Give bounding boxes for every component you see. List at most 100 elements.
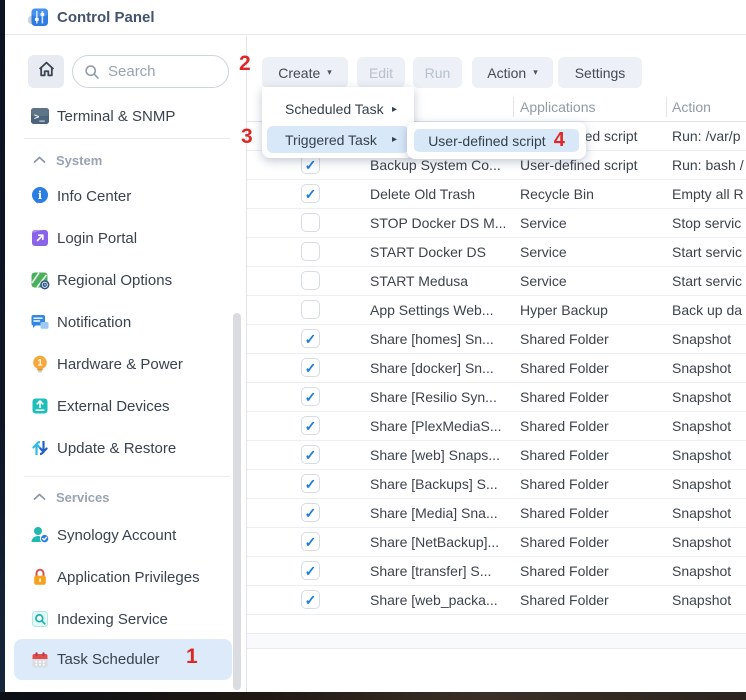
table-row[interactable]: START Docker DS Service Start servic [247,238,746,267]
table-row[interactable]: ✓ Share [transfer] S... Shared Folder Sn… [247,557,746,586]
table-row[interactable]: ✓ Share [web] Snaps... Shared Folder Sna… [247,441,746,470]
sidebar-item-info-center[interactable]: i Info Center [5,175,247,217]
column-header-applications[interactable]: Applications [520,92,596,122]
indexing-service-icon [30,609,50,629]
menu-item-user-defined-script[interactable]: User-defined script4 [414,129,579,152]
sidebar-item-application-privileges[interactable]: Application Privileges [5,556,247,598]
task-action-cell: Snapshot [672,499,731,528]
table-row[interactable]: ✓ Share [web_packa... Shared Folder Snap… [247,586,746,615]
submenu-arrow-icon: ▸ [392,134,397,145]
create-button[interactable]: Create▾ [262,57,348,88]
sidebar-item-label: Regional Options [57,272,172,289]
submenu-arrow-icon: ▸ [392,104,397,115]
task-name-cell: STOP Docker DS M... [370,209,513,238]
task-enabled-checkbox[interactable]: ✓ [301,445,320,464]
sidebar-item-synology-account[interactable]: Synology Account [5,514,247,556]
action-button[interactable]: Action▾ [472,57,553,88]
task-enabled-checkbox[interactable] [301,300,320,319]
terminal-snmp-icon: >_ [30,106,50,126]
task-enabled-checkbox[interactable] [301,271,320,290]
task-application-cell: Service [520,267,665,296]
task-enabled-checkbox[interactable]: ✓ [301,561,320,580]
task-application-cell: Shared Folder [520,470,665,499]
desktop-background-strip [0,692,746,700]
task-enabled-checkbox[interactable]: ✓ [301,387,320,406]
task-application-cell: Shared Folder [520,383,665,412]
table-footer-band [247,634,746,649]
table-row[interactable]: START Medusa Service Start servic [247,267,746,296]
task-application-cell: Recycle Bin [520,180,665,209]
task-application-cell: Shared Folder [520,499,665,528]
task-enabled-checkbox[interactable]: ✓ [301,416,320,435]
regional-options-icon [30,270,50,290]
task-enabled-checkbox[interactable]: ✓ [301,532,320,551]
table-row[interactable]: ✓ Share [docker] Sn... Shared Folder Sna… [247,354,746,383]
run-button: Run [413,57,462,88]
caret-down-icon: ▾ [327,67,332,78]
sidebar-item-label: Application Privileges [57,569,200,586]
sidebar-item-login-portal[interactable]: Login Portal [5,217,247,259]
task-enabled-checkbox[interactable] [301,213,320,232]
task-action-cell: Snapshot [672,354,731,383]
task-application-cell: Shared Folder [520,412,665,441]
settings-button[interactable]: Settings [558,57,642,88]
sidebar-item-task-scheduler[interactable]: Task Scheduler [14,639,232,680]
task-name-cell: Share [web_packa... [370,586,513,615]
sidebar-group-system[interactable]: System [5,148,247,172]
chevron-up-icon [33,151,46,169]
task-enabled-checkbox[interactable] [301,242,320,261]
menu-item-label: Triggered Task [285,132,377,148]
task-application-cell: Hyper Backup [520,296,665,325]
task-enabled-checkbox[interactable]: ✓ [301,590,320,609]
table-row[interactable]: ✓ Share [Resilio Syn... Shared Folder Sn… [247,383,746,412]
sidebar-item-terminal-snmp[interactable]: >_Terminal & SNMP [5,95,247,137]
svg-text:1: 1 [37,358,42,368]
sidebar-divider [24,138,230,139]
task-enabled-checkbox[interactable]: ✓ [301,358,320,377]
task-action-cell: Run: /var/p [672,122,740,151]
sidebar-item-hardware-power[interactable]: 1Hardware & Power [5,343,247,385]
edit-button: Edit [357,57,405,88]
svg-text:>_: >_ [34,113,45,123]
sidebar-item-external-devices[interactable]: External Devices [5,385,247,427]
table-row[interactable]: App Settings Web... Hyper Backup Back up… [247,296,746,325]
menu-item-scheduled-task[interactable]: Scheduled Task ▸ [267,95,409,123]
table-row[interactable]: STOP Docker DS M... Service Stop servic [247,209,746,238]
sidebar-item-label: Info Center [57,188,131,205]
task-application-cell: Shared Folder [520,586,665,615]
info-center-icon: i [30,186,50,206]
sidebar-item-label: External Devices [57,398,170,415]
table-row[interactable]: ✓ Share [NetBackup]... Shared Folder Sna… [247,528,746,557]
task-action-cell: Start servic [672,267,742,296]
synology-account-icon [30,525,50,545]
table-row[interactable]: ✓ Share [homes] Sn... Shared Folder Snap… [247,325,746,354]
control-panel-icon [28,7,49,28]
task-enabled-checkbox[interactable]: ✓ [301,329,320,348]
sidebar: Search >_Terminal & SNMP System i Info Cent… [5,36,247,692]
external-devices-icon [30,396,50,416]
home-button[interactable] [28,55,64,88]
hardware-power-icon: 1 [30,354,50,374]
table-row[interactable]: ✓ Share [PlexMediaS... Shared Folder Sna… [247,412,746,441]
sidebar-group-services[interactable]: Services [5,485,247,509]
table-row[interactable]: ✓ Share [Media] Sna... Shared Folder Sna… [247,499,746,528]
menu-item-label: Scheduled Task [285,101,384,117]
task-action-cell: Snapshot [672,412,731,441]
task-enabled-checkbox[interactable]: ✓ [301,184,320,203]
sidebar-item-regional-options[interactable]: Regional Options [5,259,247,301]
sidebar-item-update-restore[interactable]: Update & Restore [5,427,247,469]
task-name-cell: Share [web] Snaps... [370,441,513,470]
button-label: Edit [369,65,393,81]
table-row[interactable]: ✓ Share [Backups] S... Shared Folder Sna… [247,470,746,499]
sidebar-item-indexing-service[interactable]: Indexing Service [5,598,247,640]
column-header-action[interactable]: Action [672,92,711,122]
sidebar-item-notification[interactable]: Notification [5,301,247,343]
search-input[interactable]: Search [72,55,229,88]
sidebar-scrollbar[interactable] [233,313,241,690]
task-enabled-checkbox[interactable]: ✓ [301,474,320,493]
notification-icon [30,312,50,332]
task-application-cell: Shared Folder [520,528,665,557]
menu-item-triggered-task[interactable]: Triggered Task ▸ [267,126,409,153]
task-enabled-checkbox[interactable]: ✓ [301,503,320,522]
table-row[interactable]: ✓ Delete Old Trash Recycle Bin Empty all… [247,180,746,209]
